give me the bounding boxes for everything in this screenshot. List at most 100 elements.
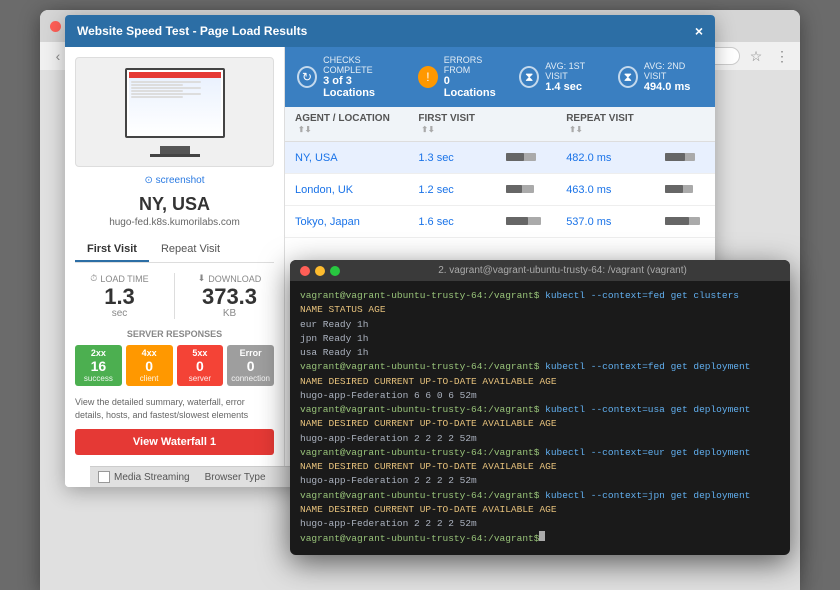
tab-repeat-visit[interactable]: Repeat Visit bbox=[149, 238, 232, 262]
cell-bar-3 bbox=[496, 174, 556, 206]
modal-title: Website Speed Test - Page Load Results bbox=[77, 24, 307, 38]
terminal-line: vagrant@vagrant-ubuntu-trusty-64:/vagran… bbox=[300, 403, 780, 417]
avg2-stat: ⧗ AVG: 2ND VISIT 494.0 ms bbox=[618, 55, 703, 99]
modal-close-button[interactable]: × bbox=[695, 23, 703, 39]
cell-repeat-visit: 482.0 ms bbox=[556, 142, 655, 174]
terminal-line: usa Ready 1h bbox=[300, 346, 780, 360]
col-agent-location[interactable]: AGENT / LOCATION ⬆⬇ bbox=[285, 107, 408, 142]
errors-icon: ! bbox=[418, 66, 438, 88]
terminal-line: eur Ready 1h bbox=[300, 318, 780, 332]
media-checkbox[interactable] bbox=[98, 471, 110, 483]
browser-type-label: Browser Type bbox=[205, 472, 266, 483]
visit-tabs: First Visit Repeat Visit bbox=[75, 238, 274, 263]
load-time-value: 1.3 bbox=[75, 286, 164, 308]
response-error: Error 0 connection bbox=[227, 345, 274, 386]
media-section: Media Streaming bbox=[98, 471, 190, 483]
modal-header: Website Speed Test - Page Load Results × bbox=[65, 15, 715, 47]
terminal-line: vagrant@vagrant-ubuntu-trusty-64:/vagran… bbox=[300, 446, 780, 460]
first-visit-link[interactable]: 1.6 sec bbox=[418, 216, 453, 228]
col-first-visit-bar bbox=[496, 107, 556, 142]
avg1-stat: ⧗ AVG: 1ST VISIT 1.4 sec bbox=[519, 55, 603, 99]
repeat-visit-link[interactable]: 482.0 ms bbox=[566, 152, 611, 164]
cell-repeat-visit: 537.0 ms bbox=[556, 206, 655, 238]
view-waterfall-button[interactable]: View Waterfall 1 bbox=[75, 429, 274, 455]
location-link[interactable]: London, UK bbox=[295, 184, 353, 196]
col-first-visit[interactable]: FIRST VISIT ⬆⬇ bbox=[408, 107, 496, 142]
terminal-titlebar: 2. vagrant@vagrant-ubuntu-trusty-64: /va… bbox=[290, 260, 790, 281]
cell-bar-5 bbox=[496, 206, 556, 238]
avg1-text: AVG: 1ST VISIT 1.4 sec bbox=[545, 61, 603, 93]
cell-bar-4 bbox=[655, 174, 715, 206]
cell-first-visit: 1.3 sec bbox=[408, 142, 496, 174]
cell-first-visit: 1.6 sec bbox=[408, 206, 496, 238]
response-5xx: 5xx 0 server bbox=[177, 345, 224, 386]
terminal-body[interactable]: vagrant@vagrant-ubuntu-trusty-64:/vagran… bbox=[290, 281, 790, 555]
browser-type-section: Browser Type bbox=[205, 472, 266, 483]
website-preview bbox=[75, 57, 274, 167]
terminal-fullscreen-light[interactable] bbox=[330, 266, 340, 276]
terminal-line: vagrant@vagrant-ubuntu-trusty-64:/vagran… bbox=[300, 489, 780, 503]
location-name: NY, USA bbox=[75, 194, 274, 215]
stats-bar: ↻ CHECKS COMPLETE 3 of 3 Locations ! ERR… bbox=[285, 47, 715, 107]
checks-stat: ↻ CHECKS COMPLETE 3 of 3 Locations bbox=[297, 55, 403, 99]
first-visit-link[interactable]: 1.2 sec bbox=[418, 184, 453, 196]
download-label: ⬇ DOWNLOAD bbox=[185, 273, 274, 284]
terminal-line: vagrant@vagrant-ubuntu-trusty-64:/vagran… bbox=[300, 289, 780, 303]
terminal-line: hugo-app-Federation 6 6 0 6 52m bbox=[300, 389, 780, 403]
table-row[interactable]: Tokyo, Japan 1.6 sec 537.0 ms bbox=[285, 206, 715, 238]
avg2-icon: ⧗ bbox=[618, 66, 638, 88]
cell-location: NY, USA bbox=[285, 142, 408, 174]
terminal-line: vagrant@vagrant-ubuntu-trusty-64:/vagran… bbox=[300, 360, 780, 374]
terminal-line: jpn Ready 1h bbox=[300, 332, 780, 346]
metrics-row: ⏱ LOAD TIME 1.3 sec ⬇ DOWNLOAD bbox=[75, 273, 274, 319]
repeat-visit-link[interactable]: 537.0 ms bbox=[566, 216, 611, 228]
response-boxes: 2xx 16 success 4xx 0 client 5xx 0 se bbox=[75, 345, 274, 386]
first-visit-link[interactable]: 1.3 sec bbox=[418, 152, 453, 164]
results-table: AGENT / LOCATION ⬆⬇ FIRST VISIT ⬆⬇ REPEA… bbox=[285, 107, 715, 238]
errors-text: ERRORS FROM 0 Locations bbox=[444, 55, 504, 99]
terminal-window: 2. vagrant@vagrant-ubuntu-trusty-64: /va… bbox=[290, 260, 790, 555]
bookmark-button[interactable]: ☆ bbox=[746, 46, 766, 66]
load-time-metric: ⏱ LOAD TIME 1.3 sec bbox=[75, 273, 164, 319]
load-time-unit: sec bbox=[75, 308, 164, 319]
media-label: Media Streaming bbox=[114, 472, 190, 483]
avg1-icon: ⧗ bbox=[519, 66, 539, 88]
errors-stat: ! ERRORS FROM 0 Locations bbox=[418, 55, 504, 99]
location-link[interactable]: NY, USA bbox=[295, 152, 338, 164]
cell-location: Tokyo, Japan bbox=[285, 206, 408, 238]
terminal-line: hugo-app-Federation 2 2 2 2 52m bbox=[300, 517, 780, 531]
terminal-title: 2. vagrant@vagrant-ubuntu-trusty-64: /va… bbox=[345, 265, 780, 276]
terminal-line: vagrant@vagrant-ubuntu-trusty-64:/vagran… bbox=[300, 531, 780, 546]
monitor-screen bbox=[125, 68, 225, 138]
cell-repeat-visit: 463.0 ms bbox=[556, 174, 655, 206]
terminal-line: NAME DESIRED CURRENT UP-TO-DATE AVAILABL… bbox=[300, 503, 780, 517]
location-link[interactable]: Tokyo, Japan bbox=[295, 216, 360, 228]
table-row[interactable]: NY, USA 1.3 sec 482.0 ms bbox=[285, 142, 715, 174]
col-repeat-visit-bar bbox=[655, 107, 715, 142]
download-metric: ⬇ DOWNLOAD 373.3 KB bbox=[185, 273, 274, 319]
server-responses-label: SERVER RESPONSES bbox=[75, 329, 274, 339]
load-time-label: ⏱ LOAD TIME bbox=[75, 273, 164, 284]
close-traffic-light[interactable] bbox=[50, 21, 61, 32]
terminal-minimize-light[interactable] bbox=[315, 266, 325, 276]
left-panel: ⊙ screenshot NY, USA hugo-fed.k8s.kumori… bbox=[65, 47, 285, 487]
terminal-line: hugo-app-Federation 2 2 2 2 52m bbox=[300, 474, 780, 488]
cell-bar-6 bbox=[655, 206, 715, 238]
cell-location: London, UK bbox=[285, 174, 408, 206]
metric-divider bbox=[174, 273, 175, 319]
cell-first-visit: 1.2 sec bbox=[408, 174, 496, 206]
menu-button[interactable]: ⋮ bbox=[772, 46, 792, 66]
terminal-close-light[interactable] bbox=[300, 266, 310, 276]
detail-text: View the detailed summary, waterfall, er… bbox=[75, 396, 274, 421]
terminal-line: NAME STATUS AGE bbox=[300, 303, 780, 317]
location-url: hugo-fed.k8s.kumorilabs.com bbox=[75, 217, 274, 228]
tab-first-visit[interactable]: First Visit bbox=[75, 238, 149, 262]
screenshot-link[interactable]: ⊙ screenshot bbox=[75, 175, 274, 186]
table-row[interactable]: London, UK 1.2 sec 463.0 ms bbox=[285, 174, 715, 206]
col-repeat-visit[interactable]: REPEAT VISIT ⬆⬇ bbox=[556, 107, 655, 142]
terminal-line: NAME DESIRED CURRENT UP-TO-DATE AVAILABL… bbox=[300, 460, 780, 474]
repeat-visit-link[interactable]: 463.0 ms bbox=[566, 184, 611, 196]
download-value: 373.3 bbox=[185, 286, 274, 308]
terminal-line: NAME DESIRED CURRENT UP-TO-DATE AVAILABL… bbox=[300, 375, 780, 389]
cell-bar-1 bbox=[496, 142, 556, 174]
